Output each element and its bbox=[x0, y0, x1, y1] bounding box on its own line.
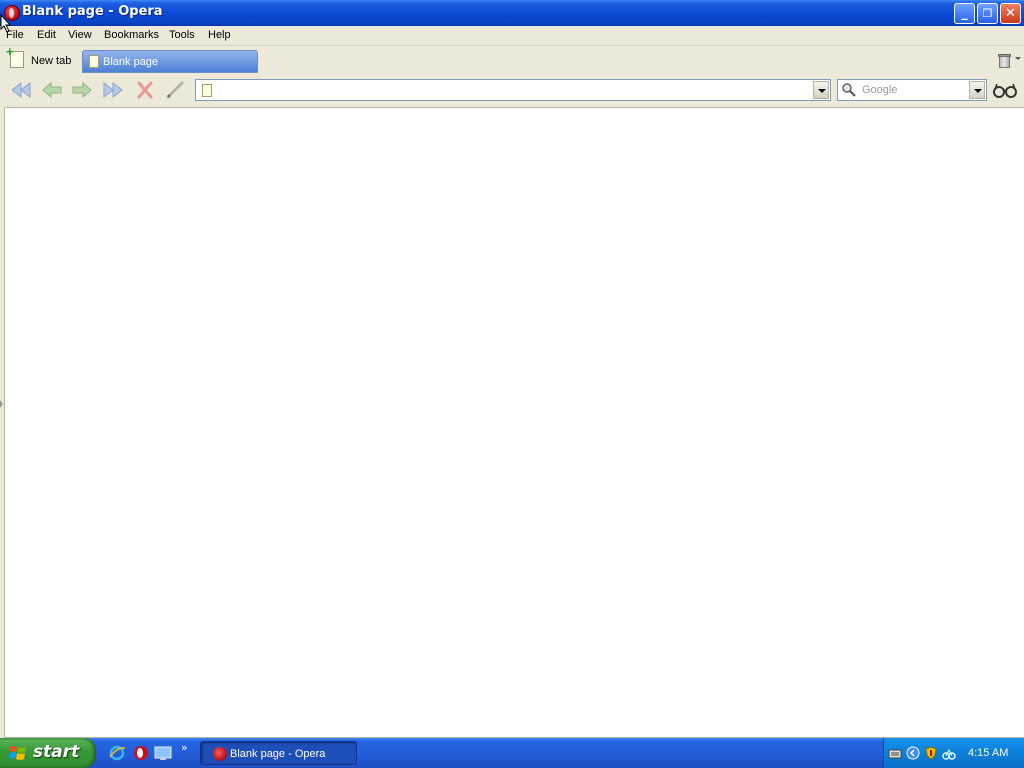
new-tab-icon bbox=[6, 44, 24, 68]
menu-view[interactable]: View bbox=[68, 29, 92, 41]
show-desktop-icon[interactable] bbox=[154, 744, 172, 762]
taskbar-item-opera[interactable]: Blank page - Opera bbox=[200, 741, 357, 765]
fast-forward-button[interactable] bbox=[101, 79, 125, 101]
glasses-icon[interactable] bbox=[993, 81, 1017, 99]
search-icon bbox=[842, 83, 856, 97]
menu-bar: File Edit View Bookmarks Tools Help bbox=[0, 26, 1024, 46]
restore-icon: ❐ bbox=[982, 7, 993, 20]
opera-icon bbox=[213, 747, 227, 761]
tab-label: Blank page bbox=[103, 56, 159, 68]
page-content-area[interactable] bbox=[4, 107, 1024, 738]
edit-button[interactable] bbox=[164, 79, 188, 101]
menu-tools[interactable]: Tools bbox=[169, 29, 195, 41]
close-icon: ✕ bbox=[1005, 6, 1016, 21]
rewind-button[interactable] bbox=[9, 79, 33, 101]
search-field[interactable] bbox=[837, 79, 987, 101]
keyboard-icon[interactable] bbox=[888, 746, 902, 760]
fast-forward-icon bbox=[103, 81, 123, 99]
restore-button[interactable]: ❐ bbox=[977, 3, 998, 24]
chevron-down-icon[interactable] bbox=[1015, 57, 1021, 60]
tray-collapse-icon[interactable] bbox=[906, 746, 920, 760]
quick-launch-chevron[interactable]: » bbox=[181, 741, 188, 754]
menu-bookmarks[interactable]: Bookmarks bbox=[104, 29, 159, 41]
minimize-icon: _ bbox=[961, 6, 968, 21]
new-tab-label: New tab bbox=[31, 55, 72, 67]
close-button[interactable]: ✕ bbox=[1000, 3, 1021, 24]
page-icon bbox=[202, 84, 212, 97]
search-input[interactable] bbox=[860, 82, 968, 98]
system-tray: 4:15 AM bbox=[883, 738, 1024, 768]
clock[interactable]: 4:15 AM bbox=[968, 747, 1008, 759]
menu-edit[interactable]: Edit bbox=[37, 29, 56, 41]
panel-toggle-handle[interactable] bbox=[0, 400, 3, 408]
navigation-toolbar bbox=[0, 75, 1024, 106]
windows-taskbar: start » Blank page - Opera 4:15 AM bbox=[0, 738, 1024, 768]
address-bar[interactable] bbox=[195, 79, 831, 101]
minimize-button[interactable]: _ bbox=[954, 3, 975, 24]
window-title: Blank page - Opera bbox=[22, 4, 163, 19]
mouse-cursor-icon bbox=[0, 14, 12, 33]
taskbar-item-label: Blank page - Opera bbox=[230, 748, 326, 760]
forward-arrow-icon bbox=[72, 81, 92, 99]
rewind-icon bbox=[11, 81, 31, 99]
window-titlebar[interactable]: Blank page - Opera _ ❐ ✕ bbox=[0, 0, 1024, 26]
trash-body bbox=[999, 56, 1010, 68]
trash-can-icon[interactable] bbox=[998, 53, 1012, 68]
search-engine-dropdown[interactable] bbox=[969, 81, 985, 99]
forward-button[interactable] bbox=[70, 79, 94, 101]
security-shield-icon[interactable] bbox=[924, 746, 938, 760]
start-label: start bbox=[33, 742, 80, 762]
pencil-icon bbox=[166, 81, 184, 99]
back-button[interactable] bbox=[40, 79, 64, 101]
address-input[interactable] bbox=[218, 82, 808, 98]
network-icon[interactable] bbox=[942, 746, 956, 760]
new-tab-button[interactable]: New tab bbox=[6, 44, 78, 72]
address-history-dropdown[interactable] bbox=[813, 81, 829, 99]
windows-logo-icon bbox=[9, 746, 26, 760]
back-arrow-icon bbox=[42, 81, 62, 99]
page-icon bbox=[89, 55, 99, 68]
tab-blank-page[interactable]: Blank page bbox=[82, 50, 258, 73]
start-button[interactable]: start bbox=[0, 738, 96, 768]
internet-explorer-icon[interactable] bbox=[108, 744, 126, 762]
stop-x-icon bbox=[137, 81, 153, 99]
stop-button[interactable] bbox=[133, 79, 157, 101]
opera-quicklaunch-icon[interactable] bbox=[132, 744, 150, 762]
tab-bar: New tab Blank page bbox=[0, 44, 1024, 74]
menu-help[interactable]: Help bbox=[208, 29, 231, 41]
